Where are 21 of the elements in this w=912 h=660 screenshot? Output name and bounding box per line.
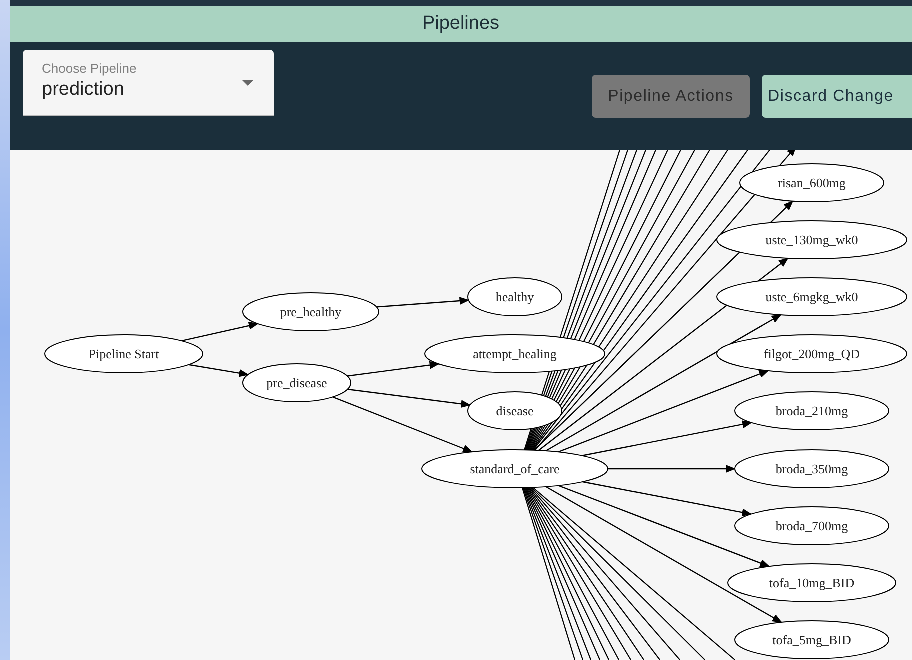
graph-node[interactable]: pre_healthy xyxy=(242,292,380,332)
graph-node[interactable]: broda_700mg xyxy=(734,506,890,546)
graph-node[interactable]: uste_130mg_wk0 xyxy=(716,220,908,260)
graph-node[interactable]: tofa_5mg_BID xyxy=(734,620,890,660)
graph-node[interactable]: disease xyxy=(468,392,562,430)
discard-changes-button[interactable]: Discard Change xyxy=(762,75,912,118)
graph-node[interactable]: Pipeline Start xyxy=(44,334,204,374)
graph-node[interactable]: broda_210mg xyxy=(734,392,890,430)
pipeline-dropdown[interactable]: Choose Pipeline prediction xyxy=(23,50,274,116)
graph-node[interactable]: standard_of_care xyxy=(422,450,608,488)
graph-node[interactable]: tofa_10mg_BID xyxy=(728,564,896,602)
graph-node[interactable]: healthy xyxy=(468,278,562,316)
graph-node[interactable]: risan_600mg xyxy=(740,164,884,202)
graph-node[interactable]: filgot_200mg_QD xyxy=(716,334,908,374)
graph-node[interactable]: pre_disease xyxy=(242,364,352,402)
dropdown-value: prediction xyxy=(42,79,124,101)
dropdown-label: Choose Pipeline xyxy=(42,61,138,76)
graph-node[interactable]: broda_350mg xyxy=(734,450,890,488)
graph-node[interactable]: attempt_healing xyxy=(424,334,606,374)
window-title: Pipelines xyxy=(422,13,500,35)
graph-node[interactable]: uste_6mgkg_wk0 xyxy=(716,278,908,316)
